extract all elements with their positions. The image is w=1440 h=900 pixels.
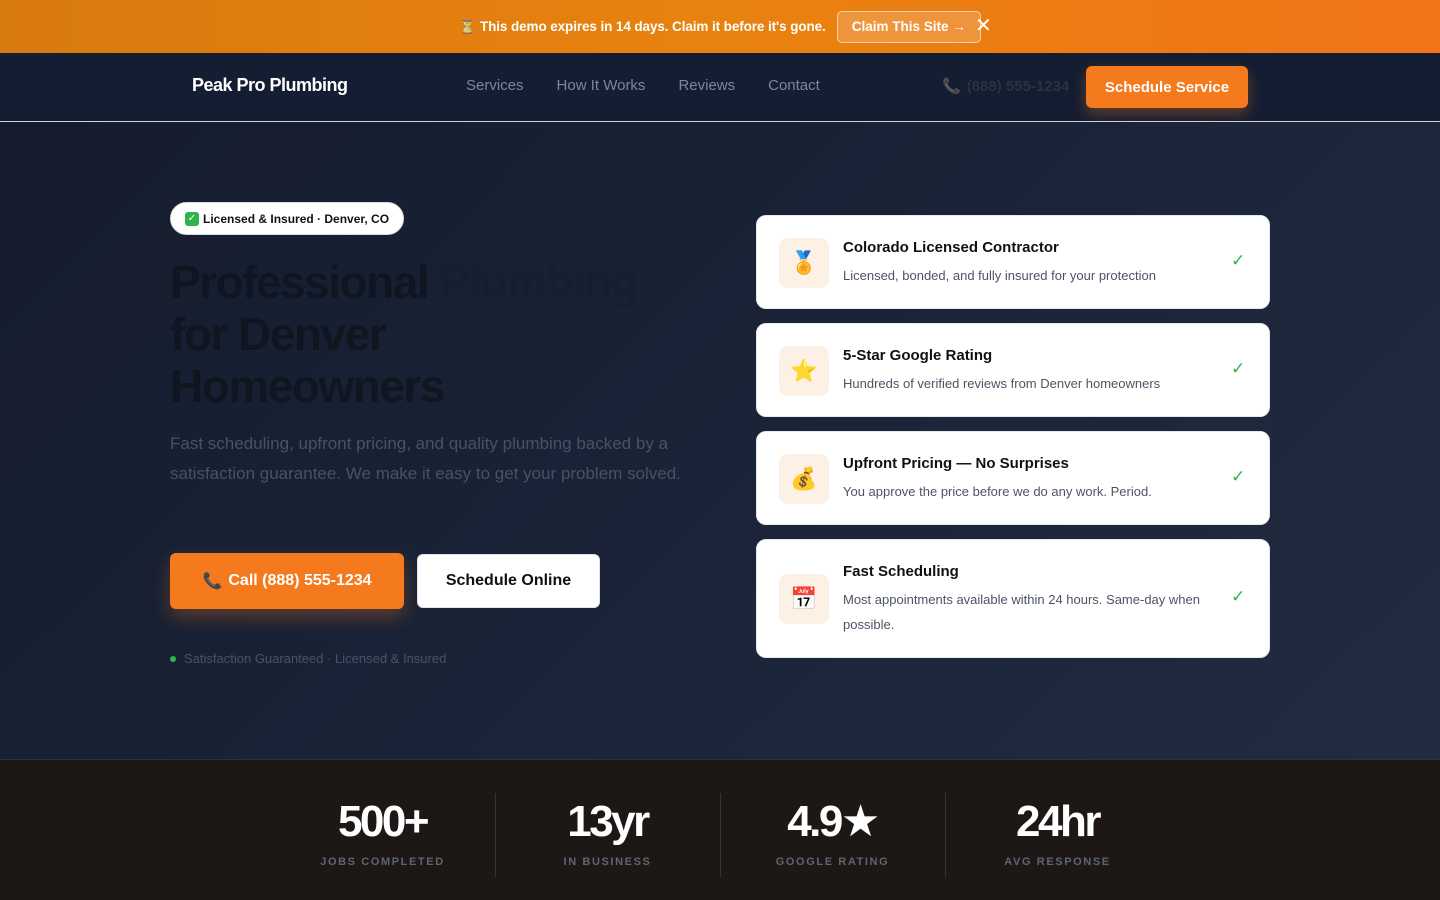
feature-title: Colorado Licensed Contractor <box>843 239 1059 256</box>
stat-value: 13yr <box>567 797 650 846</box>
headline-line-2: for Denver <box>170 308 387 360</box>
stat-value: 500+ <box>337 797 430 846</box>
call-button[interactable]: 📞 Call (888) 555-1234 <box>170 553 404 609</box>
check-icon: ✓ <box>185 211 199 226</box>
headline-word-professional: Professional <box>170 256 430 308</box>
feature-title: Fast Scheduling <box>843 563 959 580</box>
stat-response: 24hr AVG RESPONSE <box>945 793 1170 868</box>
stat-label: IN BUSINESS <box>563 856 652 868</box>
hero-subtext: Fast scheduling, upfront pricing, and qu… <box>170 434 681 483</box>
nav-link-reviews[interactable]: Reviews <box>678 77 735 94</box>
guarantee-line: Satisfaction Guaranteed · Licensed & Ins… <box>170 651 446 666</box>
banner-text: This demo expires in 14 days. Claim it b… <box>479 19 826 34</box>
schedule-service-button[interactable]: Schedule Service <box>1086 66 1248 108</box>
feature-desc: Most appointments available within 24 ho… <box>843 592 1200 632</box>
stat-rating: 4.9★ GOOGLE RATING <box>720 793 945 868</box>
stat-value: 4.9★ <box>787 797 880 846</box>
call-button-label: Call (888) 555-1234 <box>228 572 372 589</box>
feature-card-scheduling: 📅 Fast Scheduling Most appointments avai… <box>756 539 1270 658</box>
stats-bar: 500+ JOBS COMPLETED 13yr IN BUSINESS 4.9… <box>0 759 1440 900</box>
feature-card-rating: ⭐ 5-Star Google Rating Hundreds of verif… <box>756 323 1270 417</box>
check-icon: ✓ <box>1231 251 1246 270</box>
star-icon: ⭐ <box>779 346 829 396</box>
guarantee-text: Satisfaction Guaranteed · Licensed & Ins… <box>184 651 447 666</box>
phone-icon: 📞 <box>202 573 223 590</box>
money-bag-icon: 💰 <box>779 454 829 504</box>
stat-label: JOBS COMPLETED <box>320 856 445 868</box>
feature-desc: Licensed, bonded, and fully insured for … <box>843 268 1156 283</box>
stat-years: 13yr IN BUSINESS <box>495 793 720 868</box>
feature-title: 5-Star Google Rating <box>843 347 993 364</box>
check-icon: ✓ <box>1231 359 1246 378</box>
hero-section: ✓ Licensed & Insured · Denver, CO Profes… <box>0 122 1440 759</box>
check-icon: ✓ <box>1231 587 1246 606</box>
hero-headline: Professional Plumbing for Denver Homeown… <box>170 256 710 412</box>
top-nav: Peak Pro Plumbing Services How It Works … <box>0 53 1440 122</box>
stat-label: GOOGLE RATING <box>775 856 890 868</box>
feature-desc: Hundreds of verified reviews from Denver… <box>843 376 1161 391</box>
feature-title: Upfront Pricing — No Surprises <box>843 455 1069 472</box>
nav-links: Services How It Works Reviews Contact <box>466 77 820 94</box>
licensed-badge: ✓ Licensed & Insured · Denver, CO <box>170 202 405 235</box>
calendar-icon: 📅 <box>779 574 829 624</box>
nav-link-services[interactable]: Services <box>466 77 524 94</box>
nav-phone-number: (888) 555-1234 <box>966 77 1070 95</box>
feature-card-licensed: 🏅 Colorado Licensed Contractor Licensed,… <box>756 215 1270 309</box>
phone-icon: 📞 <box>942 78 961 95</box>
hourglass-icon: ⏳ <box>459 18 476 34</box>
feature-card-pricing: 💰 Upfront Pricing — No Surprises You app… <box>756 431 1270 525</box>
status-dot-icon <box>170 655 176 662</box>
stat-value: 24hr <box>1016 797 1101 846</box>
nav-link-how-it-works[interactable]: How It Works <box>557 77 646 94</box>
banner-message: ⏳ This demo expires in 14 days. Claim it… <box>459 18 826 35</box>
feature-desc: You approve the price before we do any w… <box>843 484 1152 499</box>
claim-site-button[interactable]: Claim This Site → <box>836 10 981 43</box>
nav-phone-link[interactable]: 📞 (888) 555-1234 <box>942 77 1070 96</box>
headline-line-3: Homeowners <box>170 360 445 412</box>
check-icon: ✓ <box>1231 467 1246 486</box>
demo-banner: ⏳ This demo expires in 14 days. Claim it… <box>0 0 1440 53</box>
stat-jobs: 500+ JOBS COMPLETED <box>270 793 495 868</box>
nav-link-contact[interactable]: Contact <box>768 77 820 94</box>
stat-label: AVG RESPONSE <box>1004 856 1111 868</box>
badge-text: Licensed & Insured · Denver, CO <box>203 211 390 226</box>
headline-word-plumbing: Plumbing <box>439 256 638 308</box>
medal-icon: 🏅 <box>779 238 829 288</box>
logo[interactable]: Peak Pro Plumbing <box>192 75 348 96</box>
close-icon[interactable]: ✕ <box>975 16 992 36</box>
schedule-online-button[interactable]: Schedule Online <box>417 554 600 608</box>
